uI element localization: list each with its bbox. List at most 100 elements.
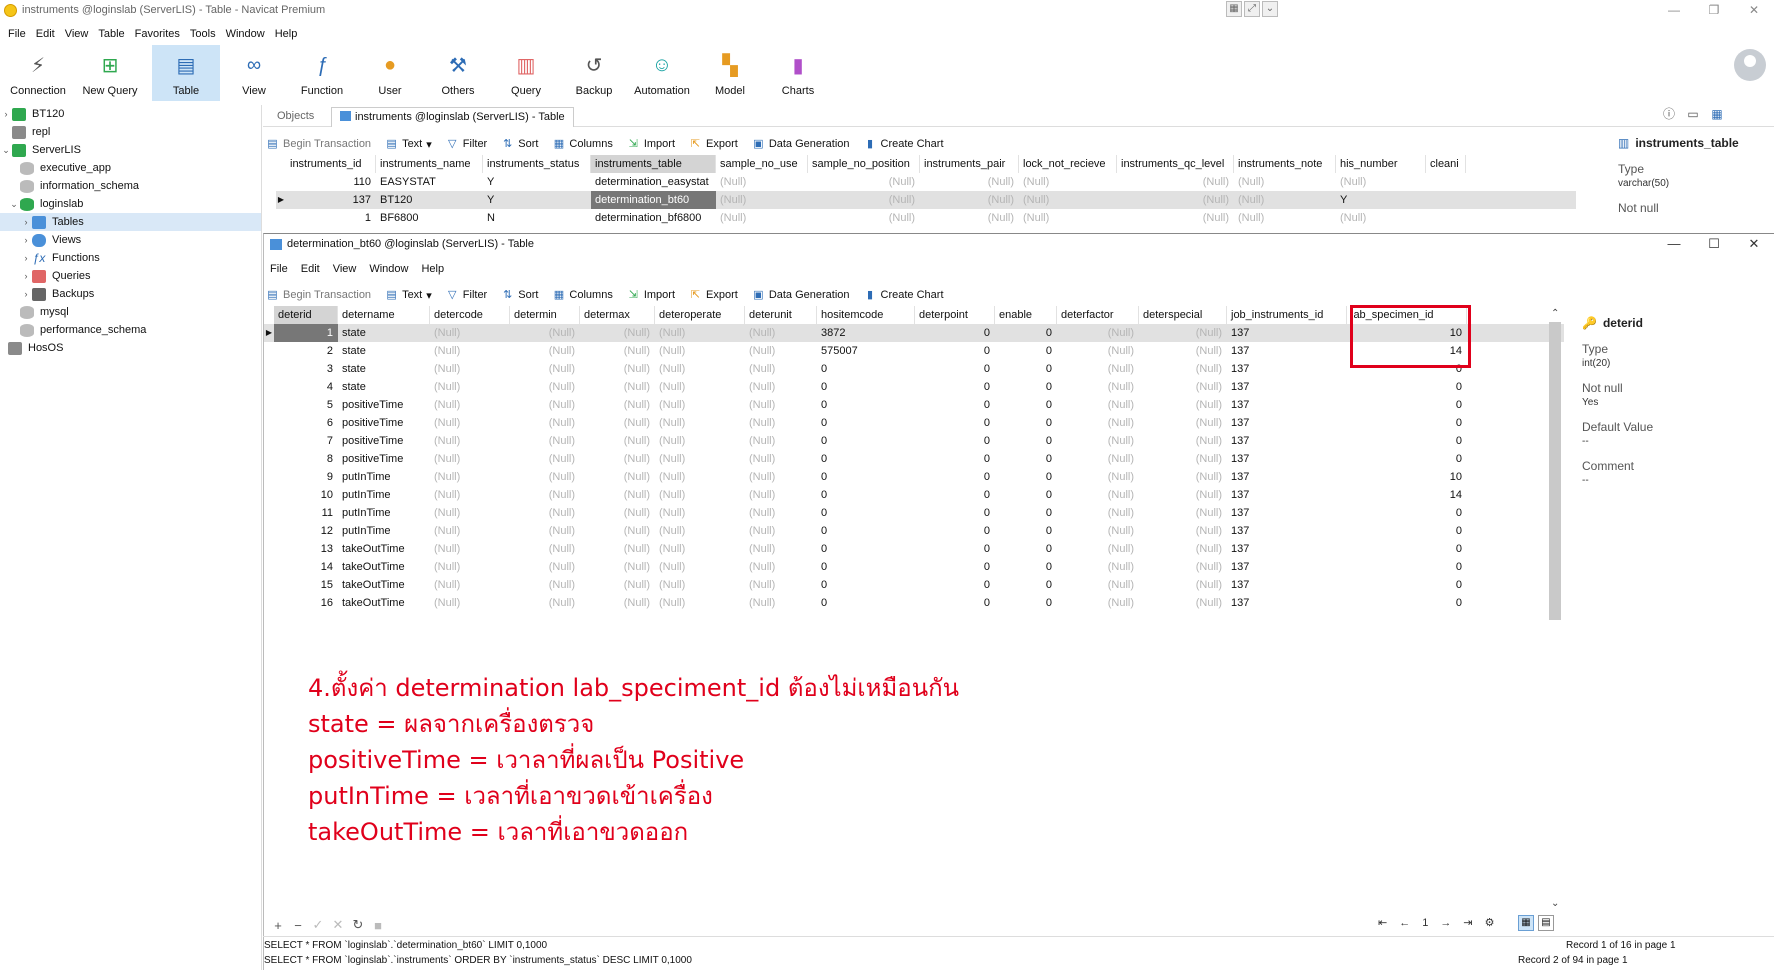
table-cell[interactable]: (Null): [745, 396, 817, 414]
table-cell[interactable]: 0: [817, 594, 915, 612]
grid-layout-icon[interactable]: ▦: [1226, 1, 1242, 17]
toolbar-charts[interactable]: ▮ Charts: [764, 45, 832, 101]
table-cell[interactable]: (Null): [745, 324, 817, 342]
table-cell[interactable]: (Null): [580, 432, 655, 450]
table-cell[interactable]: 137: [1227, 378, 1347, 396]
toolbar-model[interactable]: ▚ Model: [696, 45, 764, 101]
table-cell[interactable]: 0: [1347, 504, 1467, 522]
table-cell[interactable]: 0: [817, 378, 915, 396]
table-cell[interactable]: (Null): [580, 360, 655, 378]
table-cell[interactable]: state: [338, 378, 430, 396]
table-cell[interactable]: 0: [915, 396, 995, 414]
table-cell[interactable]: (Null): [1057, 468, 1139, 486]
table-cell[interactable]: (Null): [510, 558, 580, 576]
table-cell[interactable]: (Null): [510, 378, 580, 396]
table-cell[interactable]: 0: [915, 486, 995, 504]
table-cell[interactable]: 2: [274, 342, 338, 360]
tree-item-mysql[interactable]: mysql: [0, 303, 261, 321]
table-cell[interactable]: (Null): [808, 191, 920, 209]
table-cell[interactable]: (Null): [745, 558, 817, 576]
table-cell[interactable]: (Null): [510, 396, 580, 414]
table-cell[interactable]: 0: [995, 396, 1057, 414]
begin-transaction-button[interactable]: ▤ Begin Transaction: [266, 289, 371, 302]
table-cell[interactable]: (Null): [655, 324, 745, 342]
table-cell[interactable]: Y: [483, 173, 591, 191]
table-cell[interactable]: (Null): [655, 540, 745, 558]
table-cell[interactable]: 575007: [817, 342, 915, 360]
table-cell[interactable]: 137: [1227, 486, 1347, 504]
table-row[interactable]: 8 positiveTime (Null) (Null) (Null) (Null) (Nu…: [264, 450, 1564, 468]
tab-objects[interactable]: Objects: [269, 107, 322, 127]
table-cell[interactable]: (Null): [1139, 576, 1227, 594]
table-cell[interactable]: 0: [995, 324, 1057, 342]
toolbar-function[interactable]: ƒ Function: [288, 45, 356, 101]
table-cell[interactable]: 0: [817, 576, 915, 594]
table-cell[interactable]: (Null): [580, 504, 655, 522]
chevron-right-icon[interactable]: ›: [20, 267, 32, 285]
toolbar-new-query[interactable]: ⊞ New Query: [72, 45, 148, 101]
table-cell[interactable]: positiveTime: [338, 432, 430, 450]
table-cell[interactable]: (Null): [1057, 342, 1139, 360]
table-row[interactable]: 13 takeOutTime (Null) (Null) (Null) (Null) (Nu…: [264, 540, 1564, 558]
table-cell[interactable]: 0: [915, 378, 995, 396]
table-cell[interactable]: (Null): [580, 486, 655, 504]
table-cell[interactable]: 137: [1227, 360, 1347, 378]
inner-menu-help[interactable]: Help: [421, 263, 444, 275]
table-cell[interactable]: (Null): [510, 342, 580, 360]
table-cell[interactable]: (Null): [745, 450, 817, 468]
column-header-deterspecial[interactable]: deterspecial: [1139, 306, 1227, 324]
table-cell[interactable]: (Null): [430, 486, 510, 504]
table-cell[interactable]: 1: [274, 324, 338, 342]
table-cell[interactable]: 0: [995, 360, 1057, 378]
table-cell[interactable]: (Null): [1139, 342, 1227, 360]
chevron-right-icon[interactable]: ›: [20, 213, 32, 231]
column-header-deterpoint[interactable]: deterpoint: [915, 306, 995, 324]
table-cell[interactable]: BF6800: [376, 209, 483, 227]
table-cell[interactable]: (Null): [1019, 191, 1117, 209]
chevron-right-icon[interactable]: ›: [20, 249, 32, 267]
table-cell[interactable]: (Null): [430, 522, 510, 540]
table-cell[interactable]: (Null): [1057, 450, 1139, 468]
column-header-deteroperate[interactable]: deteroperate: [655, 306, 745, 324]
table-cell[interactable]: (Null): [430, 540, 510, 558]
scroll-down-icon[interactable]: ⌄: [1551, 898, 1559, 909]
table-cell[interactable]: 1: [286, 209, 376, 227]
table-cell[interactable]: 0: [995, 450, 1057, 468]
table-row[interactable]: 16 takeOutTime (Null) (Null) (Null) (Null) (Nu…: [264, 594, 1564, 612]
column-header-instruments-name[interactable]: instruments_name: [376, 155, 483, 173]
table-cell[interactable]: (Null): [716, 173, 808, 191]
column-header-instruments-table[interactable]: instruments_table: [591, 155, 716, 173]
table-cell[interactable]: (Null): [1019, 173, 1117, 191]
toolbar-automation[interactable]: ☺ Automation: [628, 45, 696, 101]
table-cell[interactable]: 0: [1347, 396, 1467, 414]
table-cell[interactable]: (Null): [1057, 540, 1139, 558]
table-row[interactable]: 15 takeOutTime (Null) (Null) (Null) (Null) (Nu…: [264, 576, 1564, 594]
table-cell[interactable]: 0: [817, 486, 915, 504]
export-button[interactable]: ⇱ Export: [689, 138, 738, 151]
table-cell[interactable]: (Null): [1117, 209, 1234, 227]
ddl-icon[interactable]: ▭: [1686, 107, 1700, 121]
table-cell[interactable]: (Null): [1139, 558, 1227, 576]
table-cell[interactable]: putInTime: [338, 486, 430, 504]
table-cell[interactable]: (Null): [580, 540, 655, 558]
table-cell[interactable]: (Null): [808, 173, 920, 191]
column-header-enable[interactable]: enable: [995, 306, 1057, 324]
table-cell[interactable]: (Null): [580, 468, 655, 486]
text-button[interactable]: ▤ Text ▾: [385, 138, 431, 151]
scroll-up-icon[interactable]: ⌃: [1551, 308, 1559, 319]
table-cell[interactable]: EASYSTAT: [376, 173, 483, 191]
import-button[interactable]: ⇲ Import: [627, 138, 675, 151]
table-cell[interactable]: (Null): [1117, 191, 1234, 209]
table-cell[interactable]: 0: [817, 414, 915, 432]
chevron-down-icon[interactable]: ⌄: [0, 141, 12, 159]
column-header-deterid[interactable]: deterid: [274, 306, 338, 324]
table-cell[interactable]: 137: [286, 191, 376, 209]
table-cell[interactable]: (Null): [716, 191, 808, 209]
column-header-determax[interactable]: determax: [580, 306, 655, 324]
columns-button[interactable]: ▦ Columns: [552, 138, 613, 151]
maximize-icon[interactable]: ☐: [1694, 236, 1734, 252]
table-cell[interactable]: 137: [1227, 414, 1347, 432]
table-row[interactable]: 10 putInTime (Null) (Null) (Null) (Null) (Null…: [264, 486, 1564, 504]
toolbar-connection[interactable]: ⚡ Connection: [4, 45, 72, 101]
table-cell[interactable]: 137: [1227, 522, 1347, 540]
